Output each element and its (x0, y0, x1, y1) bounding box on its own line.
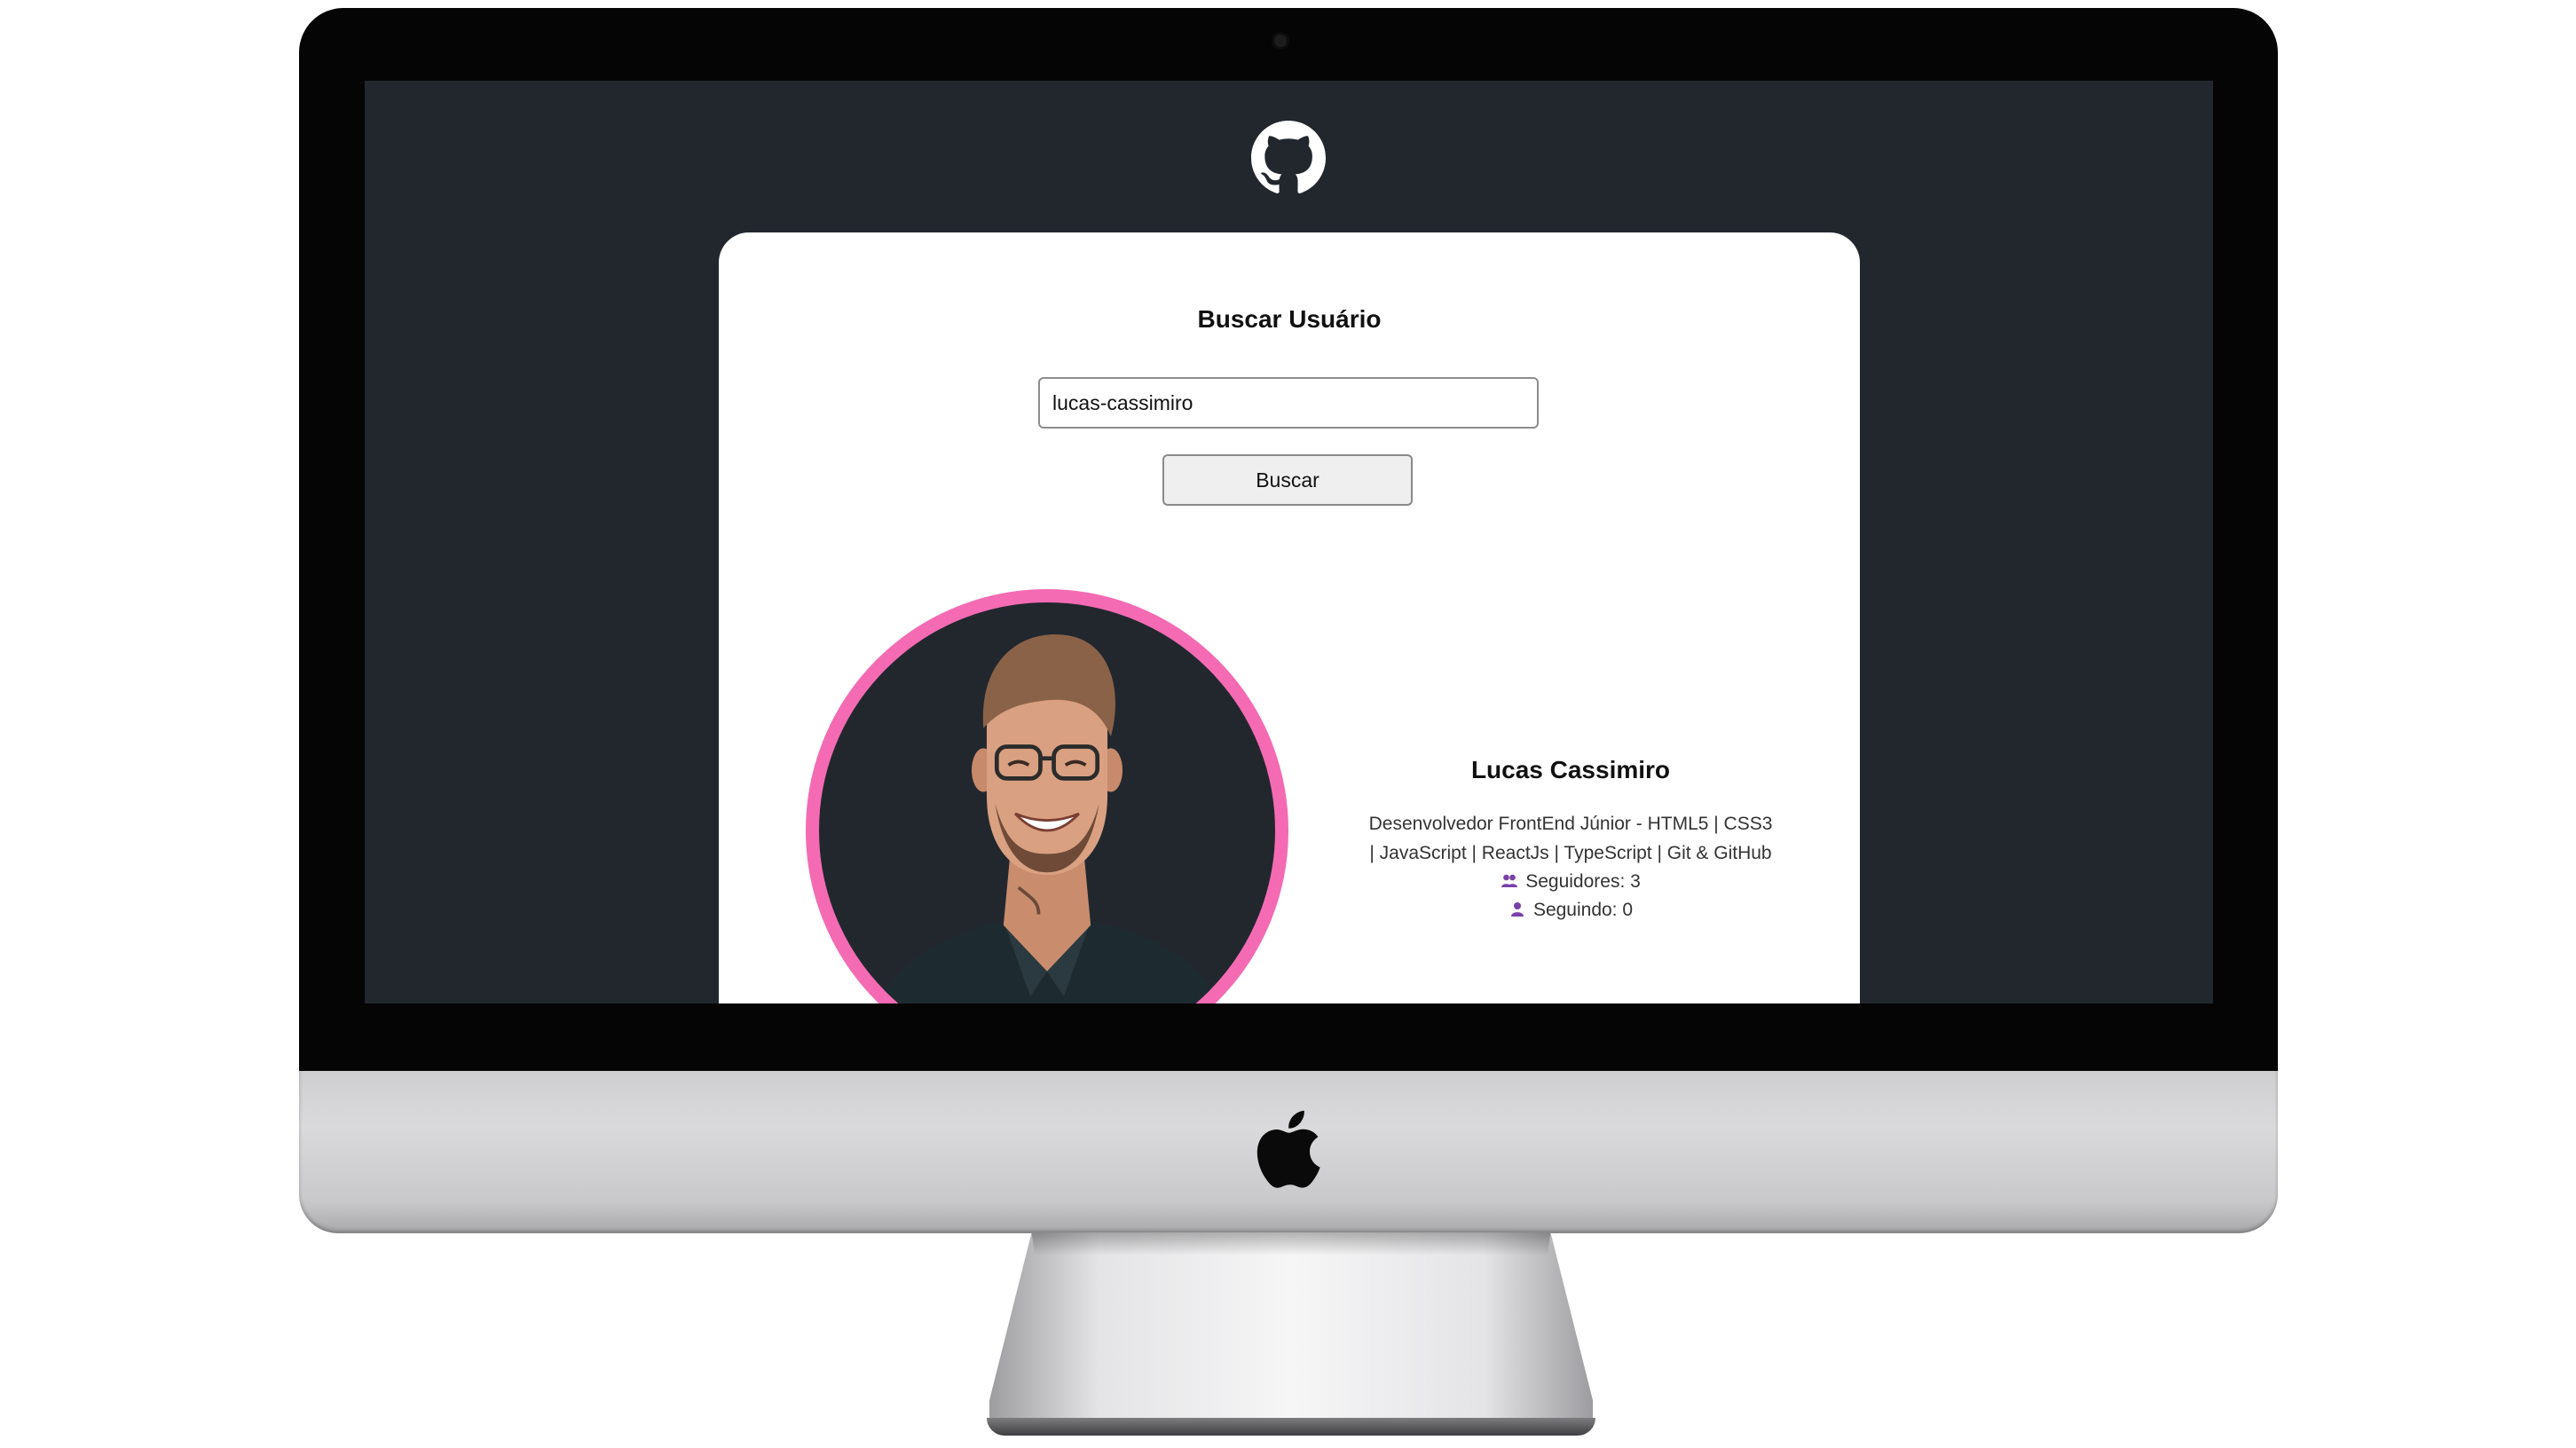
github-icon[interactable] (1251, 121, 1326, 195)
profile-bio: Desenvolvedor FrontEnd Júnior - HTML5 | … (1340, 809, 1801, 868)
search-button[interactable]: Buscar (1162, 454, 1413, 506)
apple-logo-icon (1256, 1110, 1320, 1188)
search-card: Buscar Usuário Buscar (719, 232, 1860, 1003)
profile-info: Lucas Cassimiro Desenvolvedor FrontEnd J… (1340, 756, 1801, 925)
monitor-stand (989, 1232, 1593, 1428)
followers-text: Seguidores: 3 (1525, 871, 1641, 892)
followers-count: Seguidores: 3 (1340, 868, 1801, 896)
camera (1274, 35, 1287, 47)
profile-bio-line: Desenvolvedor FrontEnd Júnior - HTML5 | … (1368, 814, 1773, 834)
users-icon (1501, 874, 1518, 887)
avatar (806, 589, 1288, 1003)
stand-foot (987, 1418, 1595, 1436)
following-text: Seguindo: 0 (1532, 900, 1634, 920)
screen: Buscar Usuário Buscar (365, 81, 2213, 1003)
search-input[interactable] (1038, 377, 1539, 429)
following-count: Seguindo: 0 (1340, 896, 1801, 925)
imac-mockup: Buscar Usuário Buscar (0, 0, 2576, 1448)
profile-name: Lucas Cassimiro (1470, 756, 1671, 783)
search-title: Buscar Usuário (1197, 305, 1382, 333)
user-icon (1510, 902, 1524, 917)
avatar-photo (875, 634, 1222, 1003)
profile-bio-line: | JavaScript | ReactJs | TypeScript | Gi… (1369, 843, 1772, 863)
stand-shadow (1031, 1232, 1551, 1255)
